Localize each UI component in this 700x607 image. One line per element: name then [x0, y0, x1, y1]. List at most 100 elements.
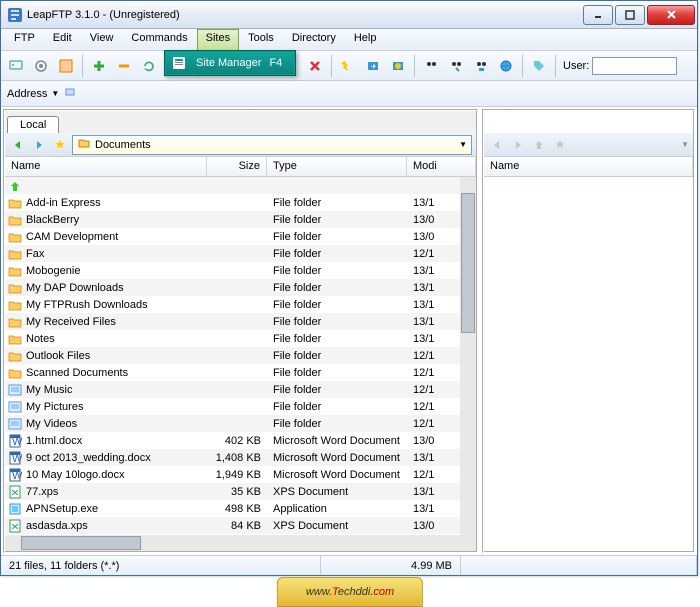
local-list[interactable]: Add-in ExpressFile folder13/1BlackBerryF… [5, 177, 476, 535]
list-item[interactable] [5, 177, 476, 194]
sys-icon [7, 416, 23, 432]
list-item[interactable]: W9 oct 2013_wedding.docx1,408 KBMicrosof… [5, 449, 476, 466]
folder-icon [7, 297, 23, 313]
r-col-name[interactable]: Name [484, 157, 693, 176]
remote-panel: _ ▼ Name [482, 109, 695, 553]
list-item[interactable]: FaxFile folder12/1 [5, 245, 476, 262]
col-type[interactable]: Type [267, 157, 407, 176]
list-item[interactable]: MobogenieFile folder13/1 [5, 262, 476, 279]
menu-edit[interactable]: Edit [44, 29, 81, 50]
svg-text:W: W [12, 470, 22, 482]
list-item[interactable]: My FTPRush DownloadsFile folder13/1 [5, 296, 476, 313]
r-dropdown-icon: ▼ [681, 140, 689, 149]
maximize-button[interactable] [615, 5, 645, 25]
minimize-button[interactable] [583, 5, 613, 25]
site-manager-item[interactable]: Site Manager F4 [166, 52, 294, 74]
menu-commands[interactable]: Commands [122, 29, 196, 50]
r-back-icon [488, 136, 506, 154]
svg-text:W: W [12, 453, 22, 465]
list-item[interactable]: W1.html.docx402 KBMicrosoft Word Documen… [5, 432, 476, 449]
delete-button[interactable] [304, 55, 326, 77]
list-item[interactable]: BlackBerryFile folder13/0 [5, 211, 476, 228]
list-item[interactable]: W10 May 10logo.docx1,949 KBMicrosoft Wor… [5, 466, 476, 483]
docx-icon: W [7, 467, 23, 483]
address-label: Address [7, 88, 47, 100]
globe-button[interactable] [495, 55, 517, 77]
settings-button[interactable] [30, 55, 52, 77]
bookmark-icon[interactable] [63, 85, 77, 102]
menu-view[interactable]: View [81, 29, 123, 50]
status-files: 21 files, 11 folders (*.*) [1, 556, 321, 575]
folder-icon [7, 365, 23, 381]
list-item[interactable]: Outlook FilesFile folder12/1 [5, 347, 476, 364]
col-modi[interactable]: Modi [407, 157, 476, 176]
connect-button[interactable] [5, 55, 27, 77]
nav-fav-icon[interactable] [51, 136, 69, 154]
sys-icon [7, 399, 23, 415]
col-size[interactable]: Size [207, 157, 267, 176]
site-manager-shortcut: F4 [269, 57, 282, 69]
find-button[interactable] [420, 55, 442, 77]
close-button[interactable] [647, 5, 695, 25]
menubar: FTPEditViewCommandsSitesToolsDirectoryHe… [1, 29, 697, 51]
list-item[interactable]: Add-in ExpressFile folder13/1 [5, 194, 476, 211]
abort-button[interactable] [387, 55, 409, 77]
log-button[interactable] [55, 55, 77, 77]
user-input[interactable] [592, 57, 677, 75]
folder-icon [77, 136, 91, 153]
list-item[interactable]: asdasda.xps84 KBXPS Document13/0 [5, 517, 476, 534]
menu-directory[interactable]: Directory [283, 29, 345, 50]
list-item[interactable]: APNSetup.exe498 KBApplication13/1 [5, 500, 476, 517]
col-name[interactable]: Name [5, 157, 207, 176]
local-hscroll[interactable] [5, 535, 476, 551]
list-item[interactable]: My Received FilesFile folder13/1 [5, 313, 476, 330]
local-path: Documents [95, 139, 151, 151]
nav-fwd-icon[interactable] [30, 136, 48, 154]
site-manager-label: Site Manager [196, 57, 261, 69]
local-vscroll[interactable] [460, 177, 476, 535]
add-button[interactable] [88, 55, 110, 77]
sys-icon [7, 382, 23, 398]
xps-icon [7, 518, 23, 534]
folder-icon [7, 331, 23, 347]
list-item[interactable]: 77.xps35 KBXPS Document13/1 [5, 483, 476, 500]
status-size: 4.99 MB [321, 556, 461, 575]
remove-button[interactable] [113, 55, 135, 77]
queue-button[interactable] [362, 55, 384, 77]
xps-icon [7, 484, 23, 500]
remote-columns: Name [484, 157, 693, 177]
exe-icon [7, 501, 23, 517]
list-item[interactable]: Scanned DocumentsFile folder12/1 [5, 364, 476, 381]
menu-sites[interactable]: Sites [197, 29, 239, 50]
app-icon [7, 7, 23, 23]
refresh-button[interactable] [138, 55, 160, 77]
window-title: LeapFTP 3.1.0 - (Unregistered) [27, 9, 583, 21]
tag-button[interactable] [528, 55, 550, 77]
list-item[interactable]: NotesFile folder13/1 [5, 330, 476, 347]
local-columns: Name Size Type Modi [5, 157, 476, 177]
statusbar: 21 files, 11 folders (*.*) 4.99 MB [1, 555, 697, 575]
findnext-button[interactable] [445, 55, 467, 77]
local-tab[interactable]: Local [7, 116, 59, 133]
list-item[interactable]: My PicturesFile folder12/1 [5, 398, 476, 415]
folder-icon [7, 280, 23, 296]
folder-icon [7, 263, 23, 279]
r-fav-icon [551, 136, 569, 154]
transfer-button[interactable] [337, 55, 359, 77]
address-dropdown-icon[interactable]: ▼ [51, 89, 59, 98]
menu-help[interactable]: Help [345, 29, 386, 50]
menu-tools[interactable]: Tools [239, 29, 283, 50]
list-item[interactable]: CAM DevelopmentFile folder13/0 [5, 228, 476, 245]
filter-button[interactable] [470, 55, 492, 77]
address-bar: Address ▼ [1, 81, 697, 107]
app-window: LeapFTP 3.1.0 - (Unregistered) FTPEditVi… [0, 0, 698, 576]
local-path-box[interactable]: Documents ▼ [72, 135, 472, 155]
menu-ftp[interactable]: FTP [5, 29, 44, 50]
user-label: User: [563, 60, 589, 72]
nav-back-icon[interactable] [9, 136, 27, 154]
path-dropdown-icon[interactable]: ▼ [459, 140, 467, 149]
list-item[interactable]: My VideosFile folder12/1 [5, 415, 476, 432]
list-item[interactable]: My DAP DownloadsFile folder13/1 [5, 279, 476, 296]
local-nav: Documents ▼ [5, 133, 476, 157]
list-item[interactable]: My MusicFile folder12/1 [5, 381, 476, 398]
